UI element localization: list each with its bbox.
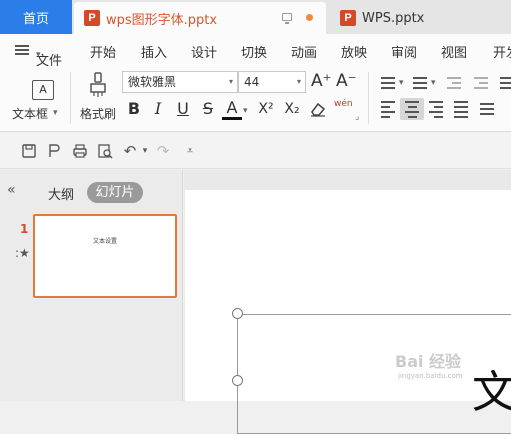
font-color-button[interactable]: A <box>222 98 242 120</box>
pptx-file-icon: P <box>84 10 100 26</box>
align-left-button[interactable] <box>378 98 398 120</box>
bullet-list-button[interactable] <box>378 72 398 94</box>
chevron-down-icon: ▾ <box>53 108 58 118</box>
numbered-list-button[interactable] <box>410 72 430 94</box>
redo-icon[interactable]: ↷ <box>155 143 171 159</box>
distributed-align-button[interactable] <box>477 98 497 120</box>
chevron-down-icon: ▾ <box>228 77 233 86</box>
hamburger-menu-icon[interactable] <box>15 45 29 55</box>
textbox-content[interactable]: 文 <box>472 356 511 420</box>
textbox-selection-frame[interactable] <box>237 314 511 434</box>
strikethrough-button[interactable]: S <box>198 98 218 120</box>
slide-thumbnail[interactable]: 文本设置 <box>33 214 177 298</box>
animation-star-icon: :★ <box>15 246 30 260</box>
document-tab-bar: 首页 P wps图形字体.pptx P WPS.pptx <box>0 0 511 34</box>
shrink-font-button[interactable]: A⁻ <box>336 70 357 92</box>
decrease-indent-button[interactable] <box>444 72 464 94</box>
slides-panel: « 大纲 幻灯片 1 :★ 文本设置 <box>0 170 183 401</box>
menu-item-review[interactable]: 审阅 <box>391 42 417 61</box>
print-preview-icon[interactable] <box>97 143 113 159</box>
ribbon-toolbar: A 文本框 ▾ 格式刷 微软雅黑 ▾ 44 ▾ A⁺ A⁻ B I U S A ▾ … <box>0 66 511 132</box>
tab-outline[interactable]: 大纲 <box>48 184 74 203</box>
save-icon[interactable] <box>21 143 37 159</box>
pptx-file-icon: P <box>340 10 356 26</box>
watermark: Bai 经验 <box>395 352 462 371</box>
grow-font-button[interactable]: A⁺ <box>311 70 332 92</box>
watermark-url: jingyan.baidu.com <box>398 372 463 380</box>
format-painter-button[interactable]: 格式刷 <box>76 70 120 126</box>
other-document-title: WPS.pptx <box>362 10 425 26</box>
print-icon[interactable] <box>72 143 88 159</box>
align-center-button[interactable] <box>400 98 424 120</box>
line-spacing-button[interactable] <box>496 72 511 94</box>
subscript-button[interactable]: X₂ <box>282 98 302 120</box>
ribbon-divider <box>70 72 71 124</box>
home-tab[interactable]: 首页 <box>0 0 72 34</box>
resize-handle[interactable] <box>232 375 243 386</box>
menu-item-developer[interactable]: 开发 <box>493 42 511 61</box>
quick-access-toolbar: ↶ ▾ ↷ ⩡ <box>0 133 511 169</box>
italic-button[interactable]: I <box>148 98 168 120</box>
dialog-launcher-icon[interactable]: ⌟ <box>355 112 359 122</box>
underline-button[interactable]: U <box>173 98 193 120</box>
chevron-down-icon: ▾ <box>243 106 248 116</box>
paintbrush-icon <box>90 72 106 97</box>
font-size-select[interactable]: 44 ▾ <box>238 71 306 93</box>
textbox-label: 文本框 <box>12 107 49 121</box>
eraser-icon[interactable] <box>309 100 327 118</box>
resize-handle[interactable] <box>232 308 243 319</box>
justify-button[interactable] <box>451 98 471 120</box>
customize-toolbar-icon[interactable]: ⩡ <box>182 143 198 159</box>
monitor-icon[interactable] <box>282 13 292 24</box>
ribbon-divider <box>368 72 369 124</box>
textbox-button[interactable]: A 文本框 ▾ <box>8 70 66 126</box>
menu-item-animation[interactable]: 动画 <box>291 42 317 61</box>
bold-button[interactable]: B <box>124 98 144 120</box>
menu-item-start[interactable]: 开始 <box>90 42 116 61</box>
undo-icon[interactable]: ↶ <box>122 143 138 159</box>
menu-bar: 文件 ▾ 开始 插入 设计 切换 动画 放映 审阅 视图 开发 <box>0 34 511 69</box>
align-right-button[interactable] <box>426 98 446 120</box>
unsaved-indicator-dot <box>306 14 313 21</box>
menu-item-design[interactable]: 设计 <box>191 42 217 61</box>
superscript-button[interactable]: X² <box>256 98 276 120</box>
menu-item-insert[interactable]: 插入 <box>141 42 167 61</box>
slide-number: 1 <box>20 222 29 236</box>
tab-slides[interactable]: 幻灯片 <box>87 182 143 203</box>
thumbnail-text: 文本设置 <box>92 238 117 245</box>
export-pdf-icon[interactable] <box>46 143 62 159</box>
chevron-down-icon: ▾ <box>296 77 301 86</box>
menu-item-view[interactable]: 视图 <box>441 42 467 61</box>
active-document-title: wps图形字体.pptx <box>106 12 218 28</box>
textbox-icon: A <box>32 80 54 100</box>
format-painter-label: 格式刷 <box>80 107 117 121</box>
phonetic-guide-button[interactable]: wén <box>334 99 353 109</box>
menu-item-transition[interactable]: 切换 <box>241 42 267 61</box>
chevron-down-icon: ▾ <box>399 78 404 88</box>
tab-active-document[interactable]: P wps图形字体.pptx <box>74 2 326 34</box>
chevron-down-icon: ▾ <box>431 78 436 88</box>
font-name-select[interactable]: 微软雅黑 ▾ <box>122 71 238 93</box>
increase-indent-button[interactable] <box>471 72 491 94</box>
chevron-down-icon[interactable]: ▾ <box>137 143 153 159</box>
menu-item-slideshow[interactable]: 放映 <box>341 42 367 61</box>
collapse-panel-icon[interactable]: « <box>7 182 16 198</box>
tab-other-document[interactable]: P WPS.pptx <box>330 2 511 34</box>
